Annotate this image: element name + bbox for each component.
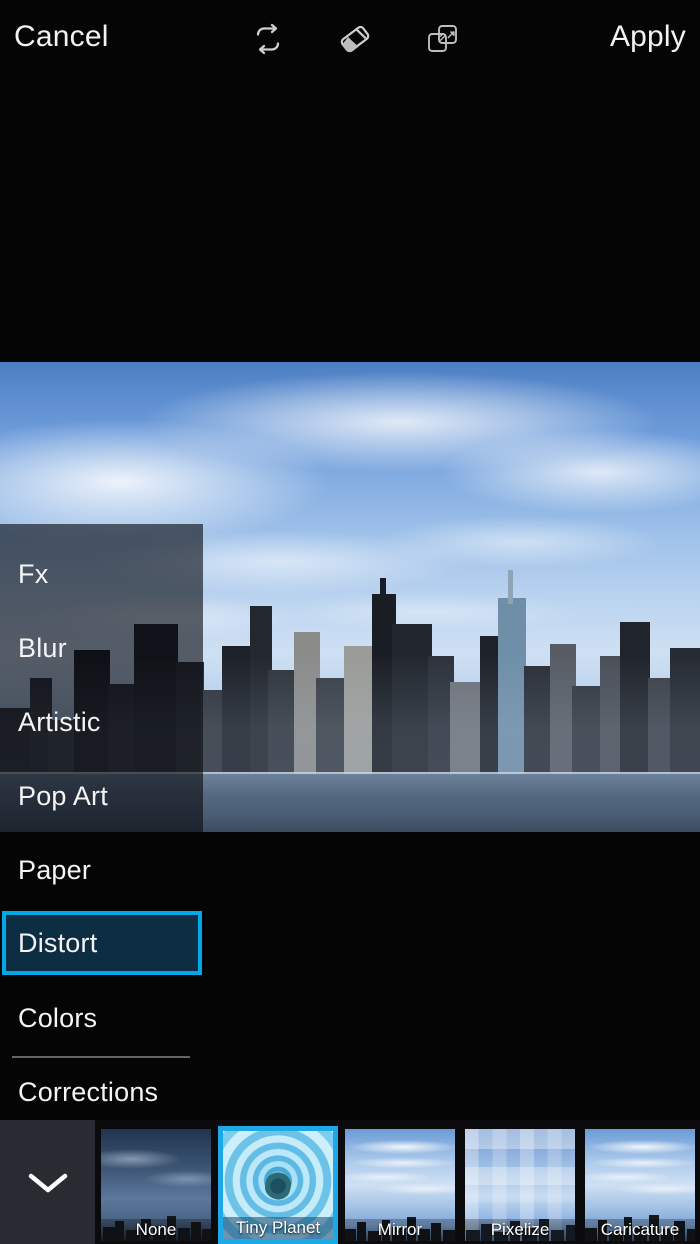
menu-item-colors[interactable]: Colors (0, 988, 700, 1048)
menu-item-label: Corrections (18, 1076, 159, 1107)
menu-item-paper[interactable]: Paper (0, 840, 700, 900)
filter-thumbnail-list[interactable]: None Tiny Planet Mirror Pixelize Caricat… (95, 1120, 700, 1244)
menu-item-fx[interactable]: Fx (0, 544, 203, 604)
menu-item-label: Distort (18, 927, 98, 958)
collapse-panel-button[interactable] (0, 1120, 95, 1244)
menu-item-pop-art[interactable]: Pop Art (0, 766, 203, 826)
menu-item-label: Blur (18, 632, 67, 663)
filter-thumb-none[interactable]: None (98, 1126, 214, 1244)
filter-label: Tiny Planet (223, 1217, 333, 1239)
filter-label: Mirror (345, 1219, 455, 1241)
filter-filmstrip: None Tiny Planet Mirror Pixelize Caricat… (0, 1120, 700, 1244)
cancel-button[interactable]: Cancel (14, 22, 109, 52)
mask-icon[interactable] (419, 16, 467, 62)
filter-thumb-pixelize[interactable]: Pixelize (462, 1126, 578, 1244)
filter-label: None (101, 1219, 211, 1241)
menu-item-label: Pop Art (18, 780, 108, 811)
filter-label: Caricature (585, 1219, 695, 1241)
menu-item-label: Fx (18, 558, 49, 589)
editor-screen: Cancel Apply Fx Blur Artistic Pop Art Pa… (0, 0, 700, 1244)
filter-thumb-mirror[interactable]: Mirror (342, 1126, 458, 1244)
menu-item-distort[interactable]: Distort (2, 911, 202, 975)
menu-item-blur[interactable]: Blur (0, 618, 203, 678)
effects-category-menu: Fx Blur Artistic Pop Art Paper Distort C… (0, 524, 700, 1124)
toolbar: Cancel Apply (0, 0, 700, 78)
menu-item-corrections[interactable]: Corrections (0, 1062, 700, 1122)
menu-item-label: Paper (18, 854, 92, 885)
eraser-icon[interactable] (332, 16, 380, 62)
filter-label: Pixelize (465, 1219, 575, 1241)
menu-item-label: Colors (18, 1002, 98, 1033)
menu-item-label: Artistic (18, 706, 101, 737)
menu-item-artistic[interactable]: Artistic (0, 692, 203, 752)
redo-icon[interactable] (244, 16, 292, 62)
apply-button[interactable]: Apply (610, 22, 686, 52)
chevron-down-icon (28, 1173, 67, 1193)
menu-divider (12, 1056, 190, 1058)
filter-thumb-caricature[interactable]: Caricature (582, 1126, 698, 1244)
filter-thumb-tiny-planet[interactable]: Tiny Planet (218, 1126, 338, 1244)
